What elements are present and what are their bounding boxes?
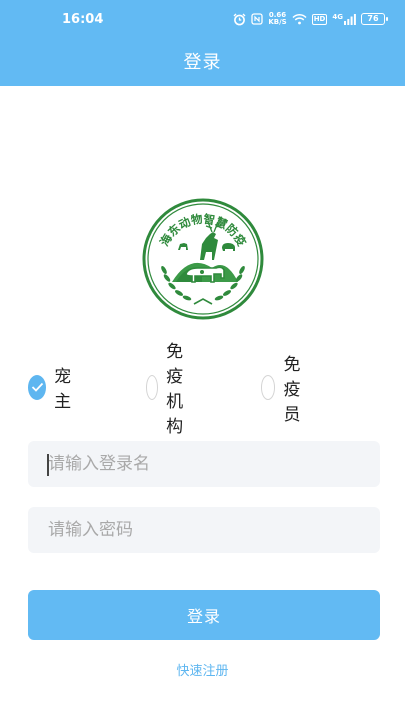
login-button[interactable]: 登录 [28,590,380,640]
page-title: 登录 [183,52,222,73]
username-input[interactable] [28,441,380,487]
wifi-icon [292,13,307,25]
text-cursor [47,454,49,476]
app-logo: 海东动物智慧防疫 [142,198,264,320]
nfc-icon [251,13,263,25]
alarm-icon [233,13,246,25]
role-option-vaccinator[interactable]: 免疫员 [261,355,311,425]
deer-cattle-emblem-icon: 海东动物智慧防疫 [142,198,264,320]
password-input[interactable] [28,507,380,553]
role-label-vaccinator: 免疫员 [283,354,301,425]
battery-icon: 76 [361,13,388,25]
network-speed: 0.66 KB/S [268,12,286,26]
role-label-owner: 宠主 [54,367,72,412]
role-label-institution: 免疫机构 [166,342,184,437]
signal-icon [344,13,356,25]
role-radio-vaccinator[interactable] [261,374,276,400]
check-icon [31,382,43,392]
role-option-institution[interactable]: 免疫机构 [146,342,196,437]
battery-level: 76 [367,14,379,23]
role-radio-owner[interactable] [28,374,47,400]
status-time: 16:04 [62,12,104,27]
net-speed-unit: KB/S [268,18,287,26]
role-radio-institution[interactable] [146,374,159,400]
role-option-owner[interactable]: 宠主 [28,367,78,412]
hd-badge: HD [311,13,328,25]
app-header: 16:04 0.66 KB/S HD 4G 76 登录 [0,0,405,86]
register-link[interactable]: 快速注册 [0,660,405,679]
network-type: 4G [332,12,343,21]
status-bar: 16:04 0.66 KB/S HD 4G 76 [0,0,405,38]
status-icons: 0.66 KB/S HD 4G 76 [233,11,388,27]
